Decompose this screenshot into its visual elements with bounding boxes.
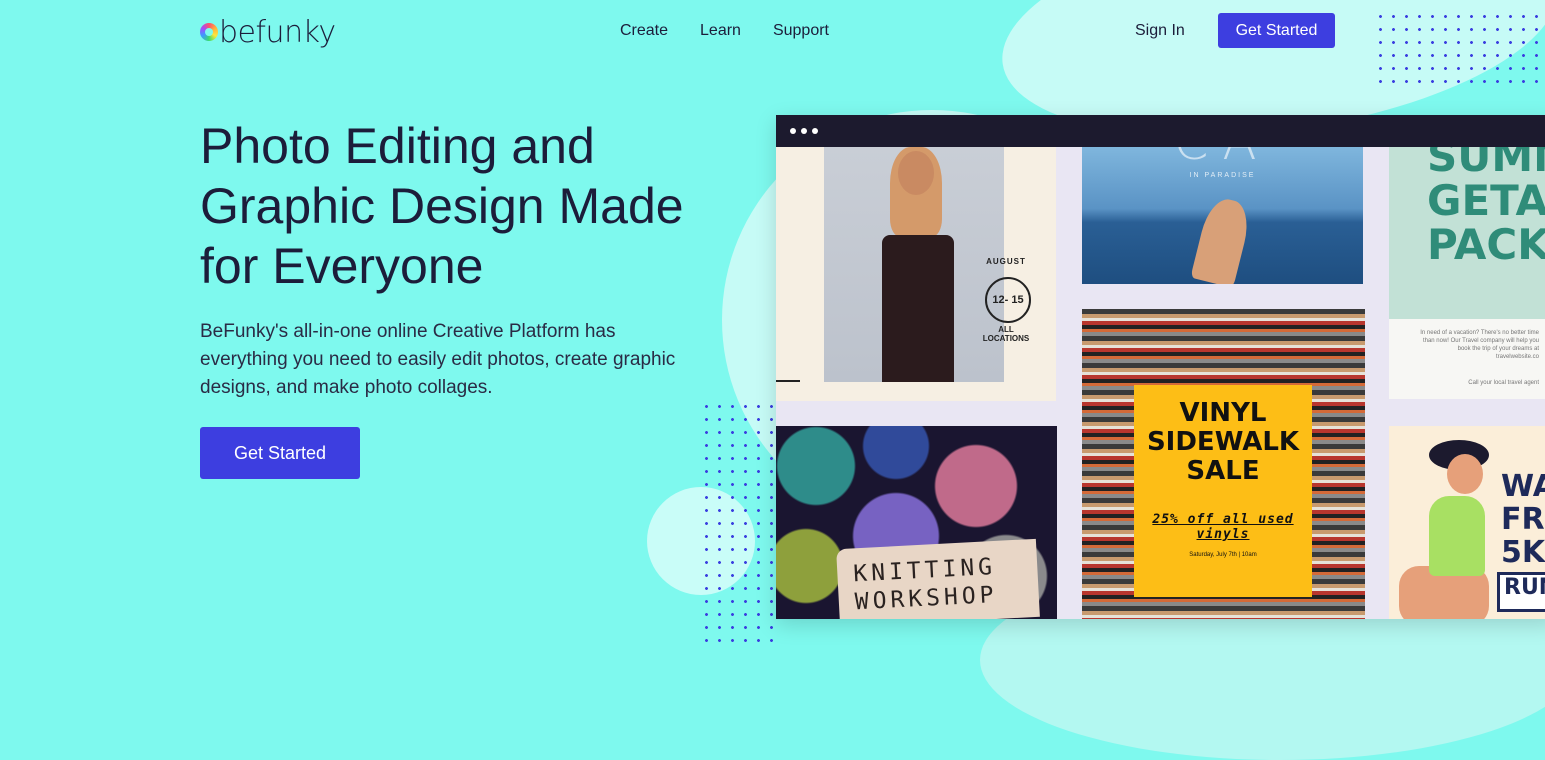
nav-create[interactable]: Create xyxy=(620,22,668,40)
dot-pattern-left xyxy=(700,400,780,646)
nav-learn[interactable]: Learn xyxy=(700,22,741,40)
vinyl-offer: 25% off all used vinyls xyxy=(1152,512,1294,542)
window-dot-icon xyxy=(801,128,807,134)
sign-in-link[interactable]: Sign In xyxy=(1135,22,1185,40)
knitting-tag: KNITTING WORKSHOP xyxy=(836,538,1040,619)
logo-text: befunky xyxy=(219,14,336,50)
hero-headline: Photo Editing and Graphic Design Made fo… xyxy=(200,118,684,294)
event-month: AUGUST xyxy=(986,257,1026,266)
template-getaway-card: SUMM GETAW PACKA In need of a vacation? … xyxy=(1389,147,1545,399)
befunky-logo-icon xyxy=(200,23,218,41)
runner-illustration xyxy=(1447,454,1483,494)
event-dates: 12- 15 xyxy=(985,277,1031,323)
header-get-started-button[interactable]: Get Started xyxy=(1218,13,1335,48)
run-label: RUN xyxy=(1497,572,1545,612)
paradise-small-text: IN PARADISE xyxy=(1189,172,1256,179)
getaway-small-text: In need of a vacation? There's no better… xyxy=(1420,330,1539,360)
window-dot-icon xyxy=(790,128,796,134)
dot-pattern-top-right xyxy=(1374,10,1545,90)
nav-support[interactable]: Support xyxy=(773,22,829,40)
vinyl-date: Saturday, July 7th | 10am xyxy=(1189,552,1257,558)
vinyl-sale-poster: VINYL SIDEWALK SALE 25% off all used vin… xyxy=(1134,385,1312,597)
window-dot-icon xyxy=(812,128,818,134)
main-nav: Create Learn Support xyxy=(620,22,829,40)
knitting-title: KNITTING WORKSHOP xyxy=(852,553,999,616)
vinyl-title: VINYL SIDEWALK SALE xyxy=(1146,398,1300,486)
paradise-big-text: CA xyxy=(1142,147,1302,171)
preview-titlebar xyxy=(776,115,1545,147)
app-preview-window: AUGUST 12- 15 ALL LOCATIONS CA IN PARADI… xyxy=(776,115,1545,619)
hero-subtext: BeFunky's all-in-one online Creative Pla… xyxy=(200,321,676,398)
template-event-card: AUGUST 12- 15 ALL LOCATIONS xyxy=(776,147,1056,401)
befunky-logo[interactable]: befunky xyxy=(200,12,336,52)
template-knitting-card: KNITTING WORKSHOP xyxy=(776,426,1057,619)
event-locations: ALL LOCATIONS xyxy=(982,325,1030,343)
getaway-footer: Call your local travel agent xyxy=(1468,380,1539,386)
template-paradise-card: CA IN PARADISE xyxy=(1082,147,1363,284)
hero-get-started-button[interactable]: Get Started xyxy=(200,427,360,479)
run-title: WA FR 5K xyxy=(1501,469,1545,570)
template-run-card: WA FR 5K RUN xyxy=(1389,426,1545,619)
swimmer-photo xyxy=(1190,194,1254,284)
template-vinyl-card: VINYL SIDEWALK SALE 25% off all used vin… xyxy=(1082,309,1365,619)
getaway-title: SUMM GETAW PACKA xyxy=(1427,147,1545,269)
